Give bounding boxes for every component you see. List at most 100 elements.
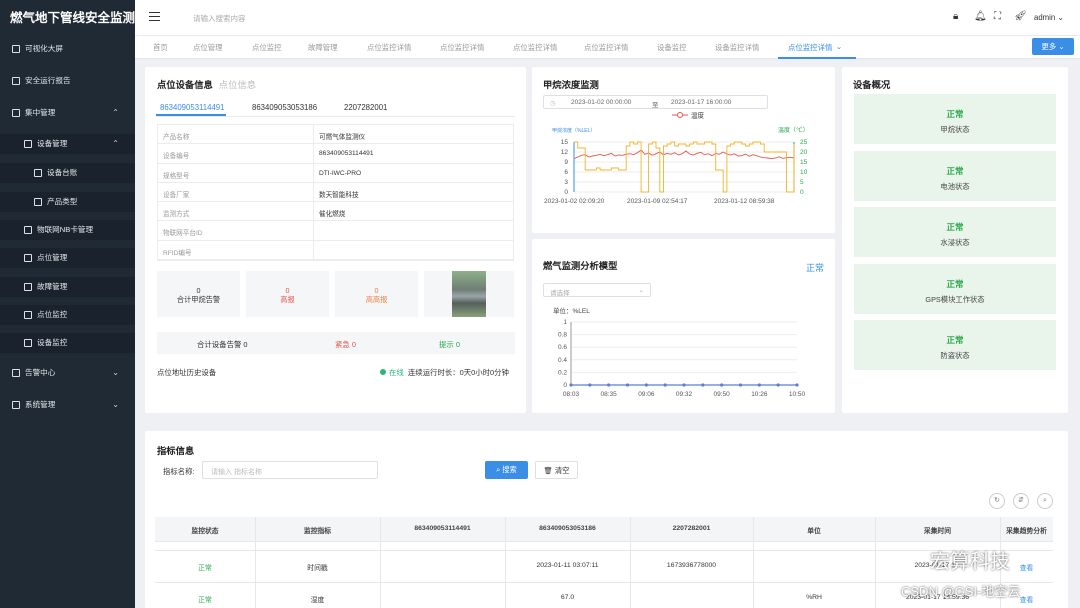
model-point — [757, 383, 761, 387]
x-tick: 08:35 — [601, 391, 618, 398]
watermark-brand: 宏算科技 — [930, 551, 1010, 573]
tab-11[interactable]: 点位监控详情 — [788, 42, 832, 53]
y-right-tick: 25 — [800, 139, 808, 146]
point-info-tab[interactable]: 点位信息 — [219, 80, 256, 90]
clear-label: 清空 — [554, 466, 570, 475]
x-tick: 09:32 — [676, 391, 693, 398]
fault-icon — [24, 283, 32, 291]
state-label: GPS模块工作状态 — [925, 294, 985, 304]
sidebar-item-11[interactable]: 设备监控 — [0, 333, 135, 353]
ledger-icon — [34, 169, 42, 177]
tab-3[interactable]: 点位监控 — [252, 42, 282, 53]
indicator-name-input[interactable]: 请输入 指标名称 — [202, 461, 378, 479]
column-header: 监控指标 — [303, 528, 332, 535]
history-devices-link[interactable]: 点位地址历史设备 — [157, 367, 216, 378]
model-point — [663, 383, 667, 387]
device-photo[interactable] — [424, 271, 514, 317]
sidebar-item-1[interactable]: 可视化大屏 — [0, 39, 135, 59]
sidebar-item-12[interactable]: 告警中心 ⌄ — [0, 363, 135, 383]
global-search-input[interactable]: 请输入搜索内容 — [193, 13, 246, 24]
tab-bar: 首页 点位管理 点位监控 故障管理 点位监控详情 点位监控详情 点位监控详情 点位监控详情 设备… — [135, 36, 1080, 59]
state-value: 正常 — [946, 335, 964, 345]
sidebar-item-5[interactable]: 设备台账 — [0, 163, 135, 183]
columns-icon[interactable]: ⇵ — [1013, 493, 1029, 509]
sidebar-item-8[interactable]: 点位管理 — [0, 248, 135, 268]
info-key: 规格型号 — [163, 172, 190, 180]
table-cell: 时间戳 — [307, 565, 328, 572]
info-value: DTI-IWC-PRO — [319, 169, 362, 177]
sidebar-item-9[interactable]: 故障管理 — [0, 277, 135, 297]
device-info-table: 产品名称 可燃气体监测仪 设备编号 863409053114491 规格型号 DTI-IW… — [157, 124, 514, 262]
device-info-title: 点位设备信息 — [157, 80, 213, 90]
device-tab-2[interactable]: 863409053053186 — [252, 103, 317, 112]
tab-2[interactable]: 点位管理 — [193, 42, 223, 53]
info-value: 863409053114491 — [319, 150, 374, 158]
active-tab-indicator — [778, 57, 856, 59]
device-tab-1[interactable]: 863409053114491 — [160, 103, 224, 112]
clear-button[interactable]: 🗑︎ 清空 — [535, 461, 578, 479]
location-icon — [24, 254, 32, 262]
divider — [156, 116, 515, 117]
tab-close-chevron-icon[interactable]: ⌄ — [836, 42, 842, 51]
tab-9[interactable]: 设备监控 — [657, 42, 687, 53]
table-cell: 1673936778000 — [666, 562, 717, 569]
sidebar-item-7[interactable]: 物联网NB卡管理 — [0, 220, 135, 240]
tab-10[interactable]: 设备监控详情 — [715, 42, 759, 53]
info-row: 设备厂家 数天智能科技 — [158, 182, 513, 203]
toggle-search-icon[interactable]: ⌕ — [1037, 493, 1053, 509]
info-key: 设备厂家 — [163, 191, 190, 199]
rocket-icon[interactable]: 🚀︎ — [1014, 11, 1027, 22]
y-tick: 0.4 — [558, 357, 567, 364]
search-button[interactable]: ⌕ 搜索 — [485, 461, 528, 479]
y-tick: 1 — [563, 319, 567, 326]
model-point — [625, 383, 630, 387]
x-tick: 2023-01-12 08:59:38 — [714, 198, 775, 205]
table-cell: 67.0 — [560, 594, 575, 601]
state-label: 水浸状态 — [940, 238, 970, 247]
column-divider — [313, 202, 314, 221]
card-icon — [24, 226, 32, 234]
model-point — [720, 383, 724, 387]
state-value: 正常 — [946, 109, 964, 119]
y-left-tick: 12 — [561, 149, 569, 156]
device-photo-image — [452, 271, 486, 317]
state-label: 甲烷状态 — [940, 125, 970, 134]
tab-6[interactable]: 点位监控详情 — [440, 42, 484, 53]
model-select-placeholder: 请选择 — [550, 290, 570, 297]
tab-1[interactable]: 首页 — [153, 42, 168, 53]
tab-4[interactable]: 故障管理 — [308, 42, 338, 53]
info-row: 设备编号 863409053114491 — [158, 144, 513, 164]
sidebar-item-10[interactable]: 点位监控 — [0, 305, 135, 325]
tab-7[interactable]: 点位监控详情 — [513, 42, 557, 53]
user-menu[interactable]: admin ⌄ — [1034, 13, 1064, 22]
x-tick: 10:50 — [789, 391, 806, 398]
model-point — [738, 383, 743, 387]
methane-chart: 温度甲烷浓度（%LEL） 温度（℃） 0 0 3 5 6 10 9 15 12 20 15 25 2023-… — [544, 111, 809, 206]
bell-icon[interactable]: 🔔︎ — [974, 11, 987, 22]
sidebar-item-13[interactable]: 系统管理 ⌄ — [0, 395, 135, 415]
tab-5[interactable]: 点位监控详情 — [367, 42, 411, 53]
sidebar-item-3[interactable]: 集中管理 ⌃ — [0, 103, 135, 123]
info-row: 产品名称 可燃气体监测仪 — [158, 125, 513, 145]
fullscreen-icon[interactable]: ⛶ — [994, 11, 1001, 22]
date-range-picker[interactable]: ◷ 2023-01-02 00:00:00 至 2023-01-17 16:00… — [543, 95, 768, 109]
sidebar-item-6[interactable]: 产品类型 — [0, 192, 135, 212]
state-value: 正常 — [946, 165, 964, 176]
sidebar-item-4[interactable]: 设备管理 ⌃ — [0, 134, 135, 154]
sidebar-item-2[interactable]: 安全运行报告 — [0, 71, 135, 91]
model-point — [701, 383, 705, 387]
device-icon — [24, 140, 32, 148]
box-icon — [34, 198, 42, 206]
y-left-tick: 0 — [564, 189, 568, 196]
tab-8[interactable]: 点位监控详情 — [584, 42, 628, 53]
lock-icon[interactable]: 🔒︎ — [953, 11, 958, 22]
more-tabs-button[interactable]: 更多 ⌄ — [1032, 38, 1074, 55]
unit-label: 单位：%LEL — [553, 306, 590, 315]
device-tab-3[interactable]: 2207282001 — [344, 103, 387, 112]
refresh-icon[interactable]: ↻ — [989, 493, 1005, 509]
device-alarm-summary: 合计设备告警 0 紧急 0 提示 0 — [157, 332, 515, 354]
menu-toggle-icon[interactable] — [149, 12, 160, 21]
online-label: 在线 — [389, 368, 404, 377]
indicator-title: 指标信息 — [157, 446, 195, 456]
model-select[interactable]: 请选择 ⌄ — [543, 283, 651, 297]
